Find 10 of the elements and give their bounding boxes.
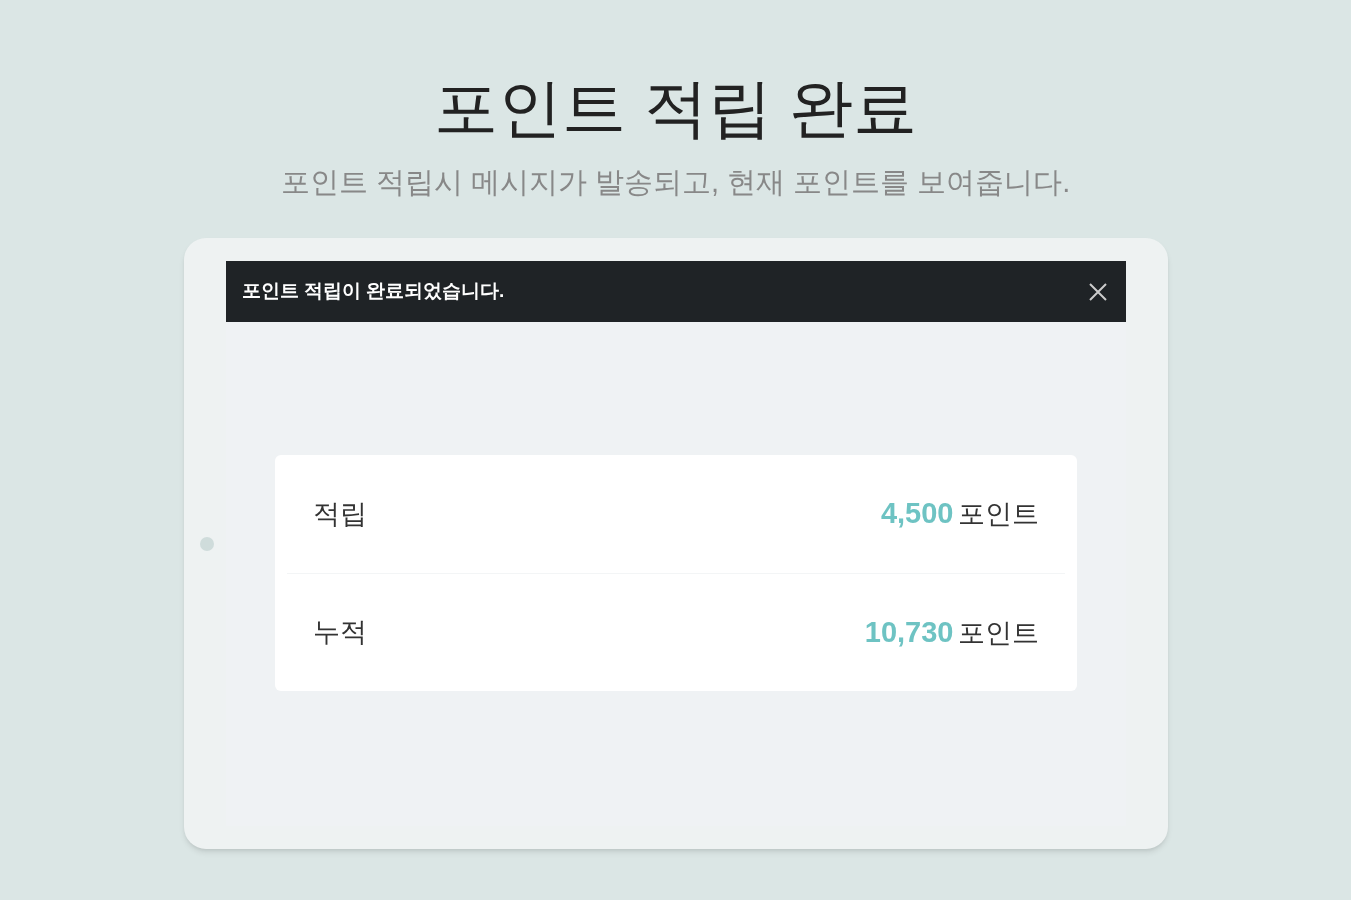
page-title: 포인트 적립 완료 [433, 71, 918, 146]
close-icon [1087, 281, 1108, 302]
notification-message: 포인트 적립이 완료되었습니다. [241, 279, 505, 304]
points-unit: 포인트 [957, 498, 1039, 532]
points-unit: 포인트 [957, 616, 1039, 650]
row-label: 적립 [312, 497, 367, 531]
points-amount: 10,730 [864, 614, 954, 650]
page-subtitle: 포인트 적립시 메시지가 발송되고, 현재 포인트를 보여줍니다. [280, 165, 1071, 200]
row-label: 누적 [312, 616, 367, 650]
points-amount: 4,500 [880, 496, 954, 532]
